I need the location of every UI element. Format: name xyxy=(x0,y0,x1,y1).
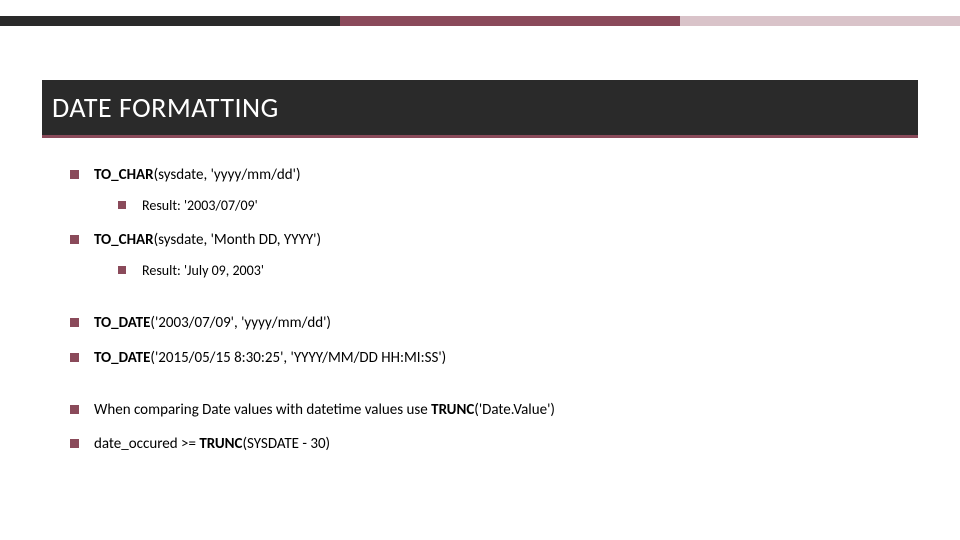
spacer xyxy=(70,295,900,313)
list-item: TO_DATE('2003/07/09', 'yyyy/mm/dd') xyxy=(70,313,900,333)
text-before: date_occured >= xyxy=(94,435,199,453)
text-before: When comparing Date values with datetime… xyxy=(94,401,431,419)
accent-segment-dark xyxy=(0,16,340,26)
bullet-list: TO_CHAR(sysdate, 'yyyy/mm/dd') Result: '… xyxy=(70,165,900,454)
accent-segment-light xyxy=(680,16,960,26)
list-item: TO_CHAR(sysdate, 'Month DD, YYYY') Resul… xyxy=(70,230,900,281)
function-name: TO_CHAR xyxy=(94,231,154,249)
top-accent-bar xyxy=(0,16,960,26)
function-args: (sysdate, 'Month DD, YYYY') xyxy=(154,231,321,249)
sub-list-item: Result: '2003/07/09' xyxy=(118,197,900,216)
function-args: ('2015/05/15 8:30:25', 'YYYY/MM/DD HH:MI… xyxy=(150,349,446,367)
sub-list-item: Result: 'July 09, 2003' xyxy=(118,262,900,281)
function-name: TRUNC xyxy=(199,435,242,453)
title-bar: DATE FORMATTING xyxy=(42,80,918,138)
function-name: TO_CHAR xyxy=(94,166,154,184)
text-after: (SYSDATE - 30) xyxy=(242,435,330,453)
list-item: date_occured >= TRUNC(SYSDATE - 30) xyxy=(70,434,900,454)
function-args: (sysdate, 'yyyy/mm/dd') xyxy=(154,166,301,184)
list-item: TO_CHAR(sysdate, 'yyyy/mm/dd') Result: '… xyxy=(70,165,900,216)
spacer xyxy=(70,382,900,400)
function-name: TO_DATE xyxy=(94,349,150,367)
list-item: TO_DATE('2015/05/15 8:30:25', 'YYYY/MM/D… xyxy=(70,348,900,368)
list-item: When comparing Date values with datetime… xyxy=(70,400,900,420)
function-name: TO_DATE xyxy=(94,314,150,332)
accent-segment-maroon xyxy=(340,16,680,26)
content-area: TO_CHAR(sysdate, 'yyyy/mm/dd') Result: '… xyxy=(70,165,900,468)
slide-title: DATE FORMATTING xyxy=(52,90,279,125)
function-args: ('2003/07/09', 'yyyy/mm/dd') xyxy=(150,314,331,332)
text-after: ('Date.Value') xyxy=(474,401,555,419)
function-name: TRUNC xyxy=(431,401,474,419)
